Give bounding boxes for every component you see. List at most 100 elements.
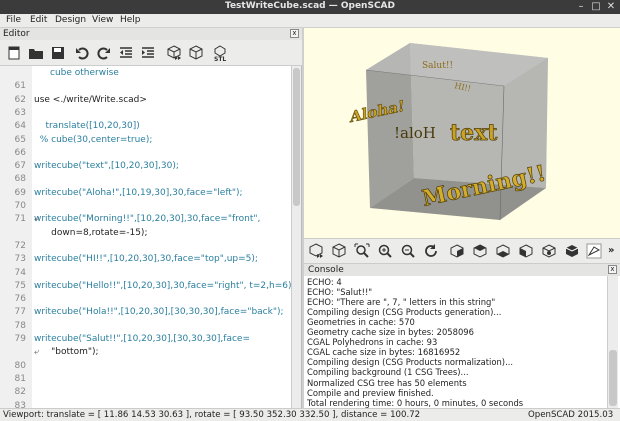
render-button-icon[interactable] — [331, 243, 347, 259]
render-icon[interactable] — [188, 45, 204, 61]
view-front-icon[interactable] — [541, 243, 557, 259]
code-editor[interactable]: 61 62 63 64 65 66 67 68 69 70 71 72 73 74 75 76 77 78 79 80… — [0, 66, 302, 408]
editor-toolbar: STL — [0, 40, 302, 66]
reset-view-icon[interactable] — [423, 243, 439, 259]
new-file-icon[interactable] — [6, 45, 22, 61]
line-number: 65 — [14, 134, 26, 145]
console-line: Geometries in cache: 570 — [307, 317, 415, 328]
code-line: use <./write/Write.scad> — [34, 94, 147, 105]
line-number: 77 — [14, 307, 26, 318]
svg-text:STL: STL — [214, 56, 226, 61]
menu-design[interactable]: Design — [55, 15, 86, 25]
3d-viewport[interactable]: Salut!! HI!! Aloha! !aloH text Morning!! — [304, 28, 620, 238]
code-line: writecube("Hola!!",[10,20,30],[30,30,30]… — [34, 307, 284, 318]
line-number: 63 — [14, 107, 26, 118]
console-line: Compiling design (CSG Products generatio… — [307, 307, 502, 318]
editor-close-icon[interactable]: x — [290, 29, 299, 38]
close-icon[interactable]: ✕ — [605, 1, 617, 13]
editor-header: Editor x — [0, 28, 302, 40]
console-title: Console — [308, 265, 344, 275]
console-line: Compile and preview finished. — [307, 387, 434, 398]
preview-icon[interactable] — [166, 45, 182, 61]
line-number: 74 — [14, 267, 26, 278]
perspective-icon[interactable] — [586, 243, 602, 259]
console-scrollbar-thumb[interactable] — [609, 350, 617, 406]
line-number: 80 — [14, 360, 26, 371]
line-number: 75 — [14, 280, 26, 291]
preview-button-icon[interactable] — [308, 243, 324, 259]
console-close-icon[interactable]: x — [608, 265, 617, 274]
code-line: writecube("HI!!",[10,20,30],30,face="top… — [34, 254, 258, 265]
console-line: Geometry cache size in bytes: 2058096 — [307, 327, 474, 338]
code-line: "bottom"); — [34, 347, 99, 358]
indent-icon[interactable] — [140, 45, 156, 61]
line-number: 79 — [14, 334, 26, 344]
line-number: 73 — [14, 254, 26, 265]
console-line: ECHO: 4 — [307, 277, 342, 287]
redo-icon[interactable] — [96, 45, 112, 61]
zoom-out-icon[interactable] — [400, 243, 416, 259]
console-scrollbar[interactable] — [607, 276, 618, 408]
line-number: 70 — [14, 201, 26, 211]
line-number: 62 — [14, 94, 26, 105]
export-stl-icon[interactable]: STL — [212, 45, 228, 61]
code-line: writecube("Salut!!",[10,20,30],[30,30,30… — [34, 334, 250, 344]
menu-bar: File Edit Design View Help — [0, 14, 620, 28]
view-top-icon[interactable] — [472, 243, 488, 259]
code-line: writecube("Hello!!",[10,20,30],30,face="… — [34, 280, 295, 291]
line-number: 83 — [14, 400, 26, 409]
code-line: cube otherwise — [50, 68, 119, 78]
hola-3d-text: !aloH — [394, 124, 436, 142]
menu-view[interactable]: View — [92, 15, 113, 25]
console-line: ECHO: "There are ", 7, " letters in this… — [307, 297, 496, 308]
console-output[interactable]: ECHO: 4 ECHO: "Salut!!" ECHO: "There are "… — [304, 276, 620, 408]
unindent-icon[interactable] — [118, 45, 134, 61]
menu-file[interactable]: File — [6, 15, 21, 25]
line-number: 78 — [14, 320, 26, 331]
view-all-icon[interactable] — [354, 243, 370, 259]
version-label: OpenSCAD 2015.03 — [528, 410, 614, 420]
line-number: 82 — [14, 387, 26, 398]
minimize-icon[interactable]: – — [575, 1, 587, 13]
view-left-icon[interactable] — [518, 243, 534, 259]
status-bar: Viewport: translate = [ 11.86 14.53 30.6… — [0, 408, 620, 421]
zoom-in-icon[interactable] — [377, 243, 393, 259]
line-number: 68 — [14, 174, 26, 185]
viewport-status: Viewport: translate = [ 11.86 14.53 30.6… — [3, 410, 421, 420]
editor-scrollbar[interactable] — [291, 66, 301, 408]
code-line: writecube("text",[10,20,30],30); — [34, 161, 179, 172]
console-header: Console x — [304, 264, 620, 276]
line-number: 67 — [14, 161, 26, 172]
open-file-icon[interactable] — [28, 45, 44, 61]
wrap-marker-icon: ⤶ — [34, 214, 40, 225]
line-number: 81 — [14, 373, 26, 384]
console-line: Compiling design (CSG Products normaliza… — [307, 357, 514, 368]
menu-edit[interactable]: Edit — [30, 15, 47, 25]
line-number: 66 — [14, 147, 26, 158]
line-number: 64 — [14, 121, 26, 132]
line-number-gutter: 61 62 63 64 65 66 67 68 69 70 71 72 73 74 75 76 77 78 79 80… — [0, 66, 32, 408]
code-line: down=8,rotate=-15); — [34, 227, 148, 238]
undo-icon[interactable] — [74, 45, 90, 61]
view-back-icon[interactable] — [564, 243, 580, 259]
console-line: CGAL Polyhedrons in cache: 93 — [307, 337, 438, 348]
line-number: 61 — [14, 81, 26, 92]
toolbar-overflow-icon[interactable]: » — [608, 245, 614, 256]
console-line: Normalized CSG tree has 50 elements — [307, 377, 467, 388]
code-line: % cube(30,center=true); — [34, 134, 153, 145]
editor-scrollbar-thumb[interactable] — [293, 68, 300, 206]
back-text-1: Salut!! — [422, 61, 453, 71]
console-line: ECHO: "Salut!!" — [307, 287, 373, 298]
code-line: writecube("Aloha!",[10,19,30],30,face="l… — [34, 187, 243, 198]
save-icon[interactable] — [50, 45, 66, 61]
text-3d-text: text — [450, 120, 498, 146]
line-number: 71 — [14, 214, 26, 225]
line-number: 76 — [14, 294, 26, 305]
menu-help[interactable]: Help — [120, 15, 141, 25]
view-bottom-icon[interactable] — [495, 243, 511, 259]
console-line: Compiling background (1 CSG Trees)... — [307, 367, 469, 378]
view-right-icon[interactable] — [449, 243, 465, 259]
maximize-icon[interactable]: □ — [590, 1, 602, 13]
code-line: translate([10,20,30]) — [34, 121, 140, 132]
code-line: writecube("Morning!!",[10,20,30],30,face… — [34, 214, 261, 225]
